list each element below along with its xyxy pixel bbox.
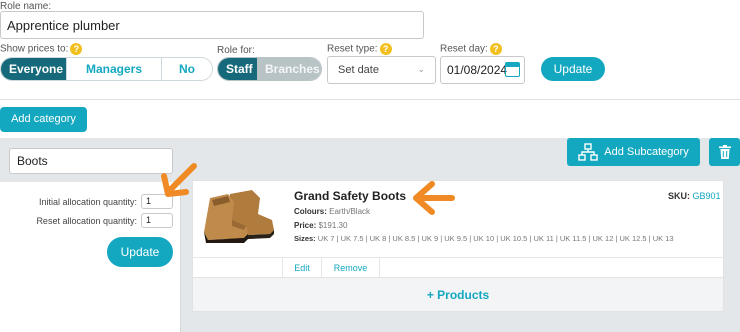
product-image [204, 190, 274, 243]
help-icon[interactable]: ? [489, 43, 502, 55]
colours-label: Colours: [294, 207, 327, 216]
sku-label: SKU: [668, 191, 690, 201]
option-everyone[interactable]: Everyone [1, 58, 66, 80]
option-branches[interactable]: Branches [257, 58, 321, 80]
product-sku: SKU: GB901 [668, 191, 721, 201]
add-subcategory-label: Add Subcategory [604, 146, 689, 158]
reset-allocation-input[interactable]: 1 [141, 213, 173, 228]
reset-type-value: Set date [338, 64, 379, 76]
reset-day-label: Reset day:? [440, 43, 502, 55]
help-icon[interactable]: ? [379, 43, 392, 55]
colours-value: Earth/Black [329, 207, 371, 216]
reset-allocation-label: Reset allocation quantity: [36, 216, 137, 226]
help-icon[interactable]: ? [70, 43, 83, 55]
role-for-toggle: Staff Branches [217, 57, 322, 81]
role-for-label: Role for: [217, 45, 255, 56]
reset-type-label-text: Reset type: [327, 43, 378, 55]
product-price: Price: $191.30 [294, 221, 347, 230]
category-name-input[interactable]: Boots [9, 148, 173, 174]
edit-product-link[interactable]: Edit [282, 258, 322, 278]
divider [0, 99, 740, 100]
sizes-label: Sizes: [294, 234, 316, 243]
product-sizes: Sizes: UK 7 | UK 7.5 | UK 8 | UK 8.5 | U… [294, 234, 674, 243]
sizes-value: UK 7 | UK 7.5 | UK 8 | UK 8.5 | UK 9 | U… [317, 234, 674, 243]
reset-type-label: Reset type:? [327, 43, 392, 55]
update-role-button[interactable]: Update [541, 57, 605, 81]
reset-day-input[interactable]: 01/08/2024 [440, 56, 525, 84]
show-prices-toggle: Everyone Managers only No one [0, 57, 213, 81]
reset-type-select[interactable]: Set date ⌄ [327, 56, 436, 84]
option-managers-only[interactable]: Managers only [66, 58, 161, 80]
delete-category-button[interactable] [709, 138, 740, 166]
add-products-button[interactable]: + Products [192, 278, 724, 312]
price-label: Price: [294, 221, 317, 230]
price-value: $191.30 [318, 221, 348, 230]
remove-product-link[interactable]: Remove [322, 258, 380, 278]
option-no-one[interactable]: No one [161, 58, 212, 80]
role-name-input[interactable]: Apprentice plumber [0, 11, 424, 39]
product-colours: Colours: Earth/Black [294, 207, 370, 216]
sku-value: GB901 [692, 191, 721, 201]
reset-day-label-text: Reset day: [440, 43, 488, 55]
trash-icon [718, 145, 731, 159]
product-name: Grand Safety Boots [294, 189, 407, 203]
calendar-icon[interactable] [505, 62, 520, 77]
show-prices-label: Show prices to:? [0, 43, 83, 55]
highlight-arrow-icon [413, 181, 455, 215]
show-prices-label-text: Show prices to: [0, 43, 69, 55]
option-staff[interactable]: Staff [218, 58, 257, 80]
add-category-button[interactable]: Add category [0, 107, 87, 132]
add-subcategory-button[interactable]: Add Subcategory [567, 138, 700, 166]
chevron-down-icon: ⌄ [417, 64, 425, 74]
reset-day-value: 01/08/2024 [447, 63, 508, 77]
update-category-button[interactable]: Update [107, 237, 173, 267]
divider [192, 257, 724, 258]
initial-allocation-label: Initial allocation quantity: [38, 197, 137, 207]
hierarchy-icon [578, 143, 598, 161]
